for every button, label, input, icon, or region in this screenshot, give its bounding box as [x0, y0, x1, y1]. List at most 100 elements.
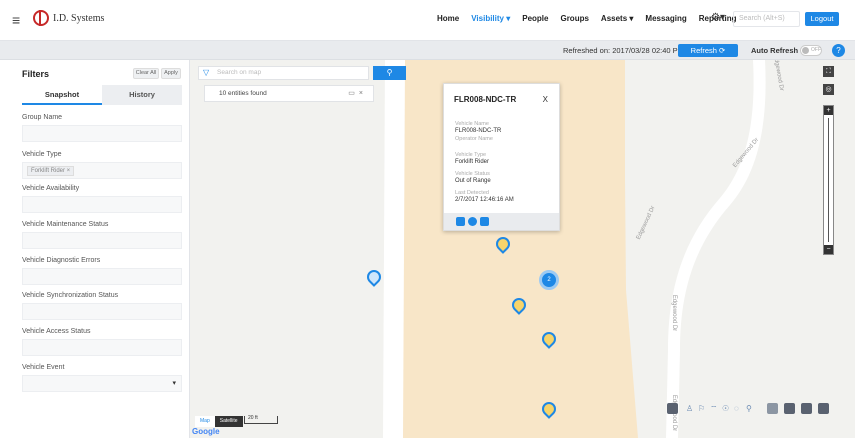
road-label: Edgewood Dr [671, 294, 678, 332]
logout-button[interactable]: Logout [805, 12, 839, 26]
filter-tabs: Snapshot History [22, 85, 182, 105]
popup-value: FLR008-NDC-TR [455, 128, 502, 134]
vehicle-type-label: Vehicle Type [22, 151, 62, 158]
zoom-track [828, 118, 829, 242]
vehicle-popup: FLR008-NDC-TR X Vehicle Name FLR008-NDC-… [443, 83, 560, 231]
map-search-placeholder: Search on map [217, 69, 262, 76]
search-icon: ⚲ [386, 68, 393, 77]
map-scale: 20 ft [244, 416, 278, 424]
edit-icon[interactable] [480, 217, 489, 226]
asset-icon[interactable]: ☉ [722, 404, 729, 413]
auto-refresh-label: Auto Refresh [751, 46, 799, 55]
locate-icon[interactable] [468, 217, 477, 226]
vehicle-diagnostic-input[interactable] [22, 268, 182, 285]
filters-title: Filters [22, 69, 50, 79]
popup-value: 2/7/2017 12:46:16 AM [455, 197, 514, 203]
vehicle-event-label: Vehicle Event [22, 364, 65, 371]
popup-value: Out of Range [455, 178, 491, 184]
vehicle-sync-label: Vehicle Synchronization Status [22, 292, 119, 299]
auto-refresh-toggle[interactable]: OFF [800, 45, 822, 56]
nav-assets[interactable]: Assets ▾ [601, 14, 633, 23]
layers-icon[interactable]: ◎ [823, 84, 834, 95]
vehicle-sync-input[interactable] [22, 303, 182, 320]
popup-title: FLR008-NDC-TR [454, 95, 517, 104]
menu-icon[interactable]: ≡ [12, 12, 20, 28]
vehicle-availability-label: Vehicle Availability [22, 185, 80, 192]
logo-mark-icon [33, 10, 49, 26]
vehicle-type-input[interactable]: Forklift Rider × [22, 162, 182, 179]
refresh-label: Refresh [690, 46, 717, 55]
nav-people[interactable]: People [522, 14, 548, 23]
grid-icon[interactable] [767, 403, 778, 414]
vehicle-diagnostic-label: Vehicle Diagnostic Errors [22, 257, 101, 264]
group-name-input[interactable] [22, 125, 182, 142]
export-icon[interactable] [801, 403, 812, 414]
popup-actions [444, 213, 559, 230]
popup-key: Vehicle Name [455, 121, 489, 127]
nav-visibility[interactable]: Visibility ▾ [471, 14, 510, 23]
status-bar: Refreshed on: 2017/03/28 02:40 PM Refres… [0, 41, 855, 60]
found-bar-actions: ▭× [348, 89, 367, 97]
map-search-button[interactable]: ⚲ [373, 66, 406, 80]
popup-key: Last Detected [455, 190, 489, 196]
popup-value: Forklift Rider [455, 159, 490, 165]
vehicle-icon[interactable]: ⚐ [698, 404, 705, 413]
settings-icon[interactable] [667, 403, 678, 414]
help-icon[interactable]: ? [832, 44, 845, 57]
vehicle-access-input[interactable] [22, 339, 182, 356]
vehicle-cluster[interactable]: 2 [539, 270, 559, 290]
filters-panel: Filters Clear All Apply Snapshot History… [0, 60, 190, 438]
main-nav: Home Visibility ▾ People Groups Assets ▾… [437, 14, 737, 23]
popup-key: Vehicle Type [455, 152, 487, 158]
message-icon[interactable] [456, 217, 465, 226]
vehicle-type-chip[interactable]: Forklift Rider × [27, 166, 75, 176]
map-type-toggle: Map Satellite [195, 416, 243, 427]
fullscreen-icon[interactable]: ⛶ [823, 66, 834, 77]
person-icon[interactable]: ♙ [686, 404, 693, 413]
entities-found-bar: 10 entities found ▭× [204, 85, 374, 102]
apply-button[interactable]: Apply [161, 68, 181, 79]
vehicle-maintenance-input[interactable] [22, 232, 182, 249]
list-icon[interactable] [784, 403, 795, 414]
brand-name: I.D. Systems [53, 12, 105, 24]
vehicle-maintenance-label: Vehicle Maintenance Status [22, 221, 109, 228]
nav-messaging[interactable]: Messaging [645, 14, 686, 23]
zoom-in-icon[interactable]: + [824, 106, 833, 115]
google-logo: Google [192, 427, 220, 436]
entities-found-text: 10 entities found [219, 90, 267, 97]
nav-home[interactable]: Home [437, 14, 459, 23]
zoom-out-icon[interactable]: − [824, 245, 833, 254]
map-type-satellite[interactable]: Satellite [214, 416, 243, 427]
print-icon[interactable] [818, 403, 829, 414]
pin-filter-icon[interactable]: ⚲ [746, 404, 752, 413]
road-left [383, 60, 405, 438]
refresh-button[interactable]: Refresh ⟳ [678, 44, 738, 57]
close-icon[interactable]: × [359, 90, 367, 97]
global-search-input[interactable]: Search (Alt+S) [733, 11, 800, 27]
tab-history[interactable]: History [102, 85, 182, 105]
logo[interactable]: I.D. Systems [33, 10, 104, 26]
top-navbar: ≡ I.D. Systems Home Visibility ▾ People … [0, 0, 855, 41]
gear-icon[interactable]: ⚙▾ [711, 12, 725, 23]
zoom-slider[interactable]: + − [823, 105, 834, 255]
clear-all-button[interactable]: Clear All [133, 68, 159, 79]
map-type-map[interactable]: Map [195, 416, 215, 427]
popup-key: Operator Name [455, 136, 493, 142]
refreshed-timestamp: Refreshed on: 2017/03/28 02:40 PM [563, 46, 684, 55]
tab-snapshot[interactable]: Snapshot [22, 85, 102, 105]
caret-down-icon: ▾ [172, 380, 176, 387]
map-search-input[interactable]: ▽ Search on map [198, 66, 369, 80]
popup-key: Vehicle Status [455, 171, 490, 177]
vehicle-availability-input[interactable] [22, 196, 182, 213]
zone-icon[interactable]: ◌ [734, 404, 739, 413]
popup-close-button[interactable]: X [543, 95, 548, 104]
signal-icon[interactable]: ⌔ [710, 404, 718, 414]
vehicle-event-select[interactable]: ▾ [22, 375, 182, 392]
refresh-icon: ⟳ [719, 46, 726, 55]
road-right [666, 60, 766, 438]
nav-groups[interactable]: Groups [560, 14, 588, 23]
vehicle-access-label: Vehicle Access Status [22, 328, 91, 335]
map-area[interactable]: ▽ Search on map ⚲ 10 entities found ▭× E… [190, 60, 855, 438]
minimize-icon[interactable]: ▭ [348, 90, 359, 97]
filter-icon[interactable]: ▽ [203, 68, 209, 77]
